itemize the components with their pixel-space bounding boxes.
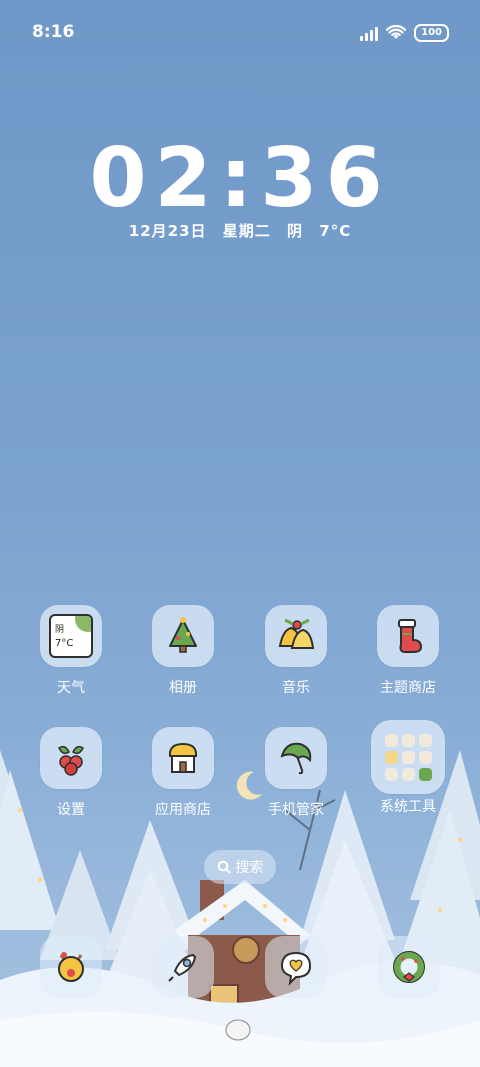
bells-icon xyxy=(278,618,315,649)
cottage-icon xyxy=(168,742,198,773)
app-theme-store[interactable]: 主题商店 xyxy=(368,605,448,697)
rocket-icon xyxy=(168,953,197,982)
folder-preview-grid xyxy=(384,733,432,781)
christmas-tree-icon xyxy=(169,617,197,653)
dock-app-phone[interactable] xyxy=(40,936,102,998)
dock-app-messages[interactable] xyxy=(265,936,327,998)
status-time: 8:16 xyxy=(32,22,75,42)
search-icon xyxy=(217,860,230,874)
folder-app-icon xyxy=(401,750,415,764)
date-temp: 7°C xyxy=(319,222,352,240)
dock-app-camera[interactable] xyxy=(378,936,440,998)
date-weather: 阴 xyxy=(287,222,304,240)
app-settings[interactable]: 设置 xyxy=(31,727,111,819)
weather-icon: 阴 7°C xyxy=(49,614,93,658)
clock-widget[interactable]: 02:36 xyxy=(0,138,480,220)
music-app-tile[interactable] xyxy=(265,605,327,667)
app-app-store[interactable]: 应用商店 xyxy=(143,727,223,819)
settings-app-tile[interactable] xyxy=(40,727,102,789)
app-store-app-tile[interactable] xyxy=(152,727,214,789)
app-label-system-tools: 系统工具 xyxy=(380,799,436,815)
app-label-app-store: 应用商店 xyxy=(155,802,211,818)
signal-icon xyxy=(360,25,379,41)
theme-store-app-tile[interactable] xyxy=(377,605,439,667)
app-weather[interactable]: 阴 7°C 天气 xyxy=(31,605,111,697)
search-label: 搜索 xyxy=(235,860,264,876)
battery-indicator: 100 xyxy=(414,24,449,42)
app-label-settings: 设置 xyxy=(57,802,85,818)
folder-app-icon xyxy=(418,767,432,781)
reindeer-icon xyxy=(58,952,84,982)
status-icons: 100 xyxy=(360,24,449,42)
holly-icon xyxy=(58,745,84,776)
app-label-phone-manager: 手机管家 xyxy=(268,802,324,818)
weather-icon-condition: 阴 xyxy=(55,625,65,635)
folder-app-icon xyxy=(418,733,432,747)
weather-app-tile[interactable]: 阴 7°C xyxy=(40,605,102,667)
app-label-gallery: 相册 xyxy=(169,680,197,696)
heart-bubble-icon xyxy=(280,951,312,986)
date-day: 12月23日 xyxy=(128,222,207,240)
wreath-icon xyxy=(393,951,425,983)
app-music[interactable]: 音乐 xyxy=(256,605,336,697)
umbrella-icon xyxy=(280,742,312,775)
app-label-theme-store: 主题商店 xyxy=(380,680,436,696)
dock-app-browser[interactable] xyxy=(152,936,214,998)
folder-app-icon xyxy=(418,750,432,764)
wifi-icon xyxy=(386,25,407,39)
app-gallery[interactable]: 相册 xyxy=(143,605,223,697)
folder-app-icon xyxy=(384,767,398,781)
folder-system-tools[interactable]: 系统工具 xyxy=(368,720,448,816)
folder-app-icon xyxy=(401,767,415,781)
folder-app-icon xyxy=(401,733,415,747)
phone-manager-app-tile[interactable] xyxy=(265,727,327,789)
date-weekday: 星期二 xyxy=(222,222,271,240)
app-phone-manager[interactable]: 手机管家 xyxy=(256,727,336,819)
weather-icon-temp: 7°C xyxy=(55,638,74,649)
system-tools-folder-tile[interactable] xyxy=(371,720,445,794)
app-label-weather: 天气 xyxy=(57,680,85,696)
date-line: 12月23日 星期二 阴 7°C xyxy=(0,220,480,241)
status-bar: 8:16 100 xyxy=(0,0,480,64)
folder-app-icon xyxy=(384,750,398,764)
stocking-icon xyxy=(398,619,423,653)
folder-app-icon xyxy=(384,733,398,747)
app-label-music: 音乐 xyxy=(282,680,310,696)
search-pill[interactable]: 搜索 xyxy=(204,850,276,884)
gallery-app-tile[interactable] xyxy=(152,605,214,667)
